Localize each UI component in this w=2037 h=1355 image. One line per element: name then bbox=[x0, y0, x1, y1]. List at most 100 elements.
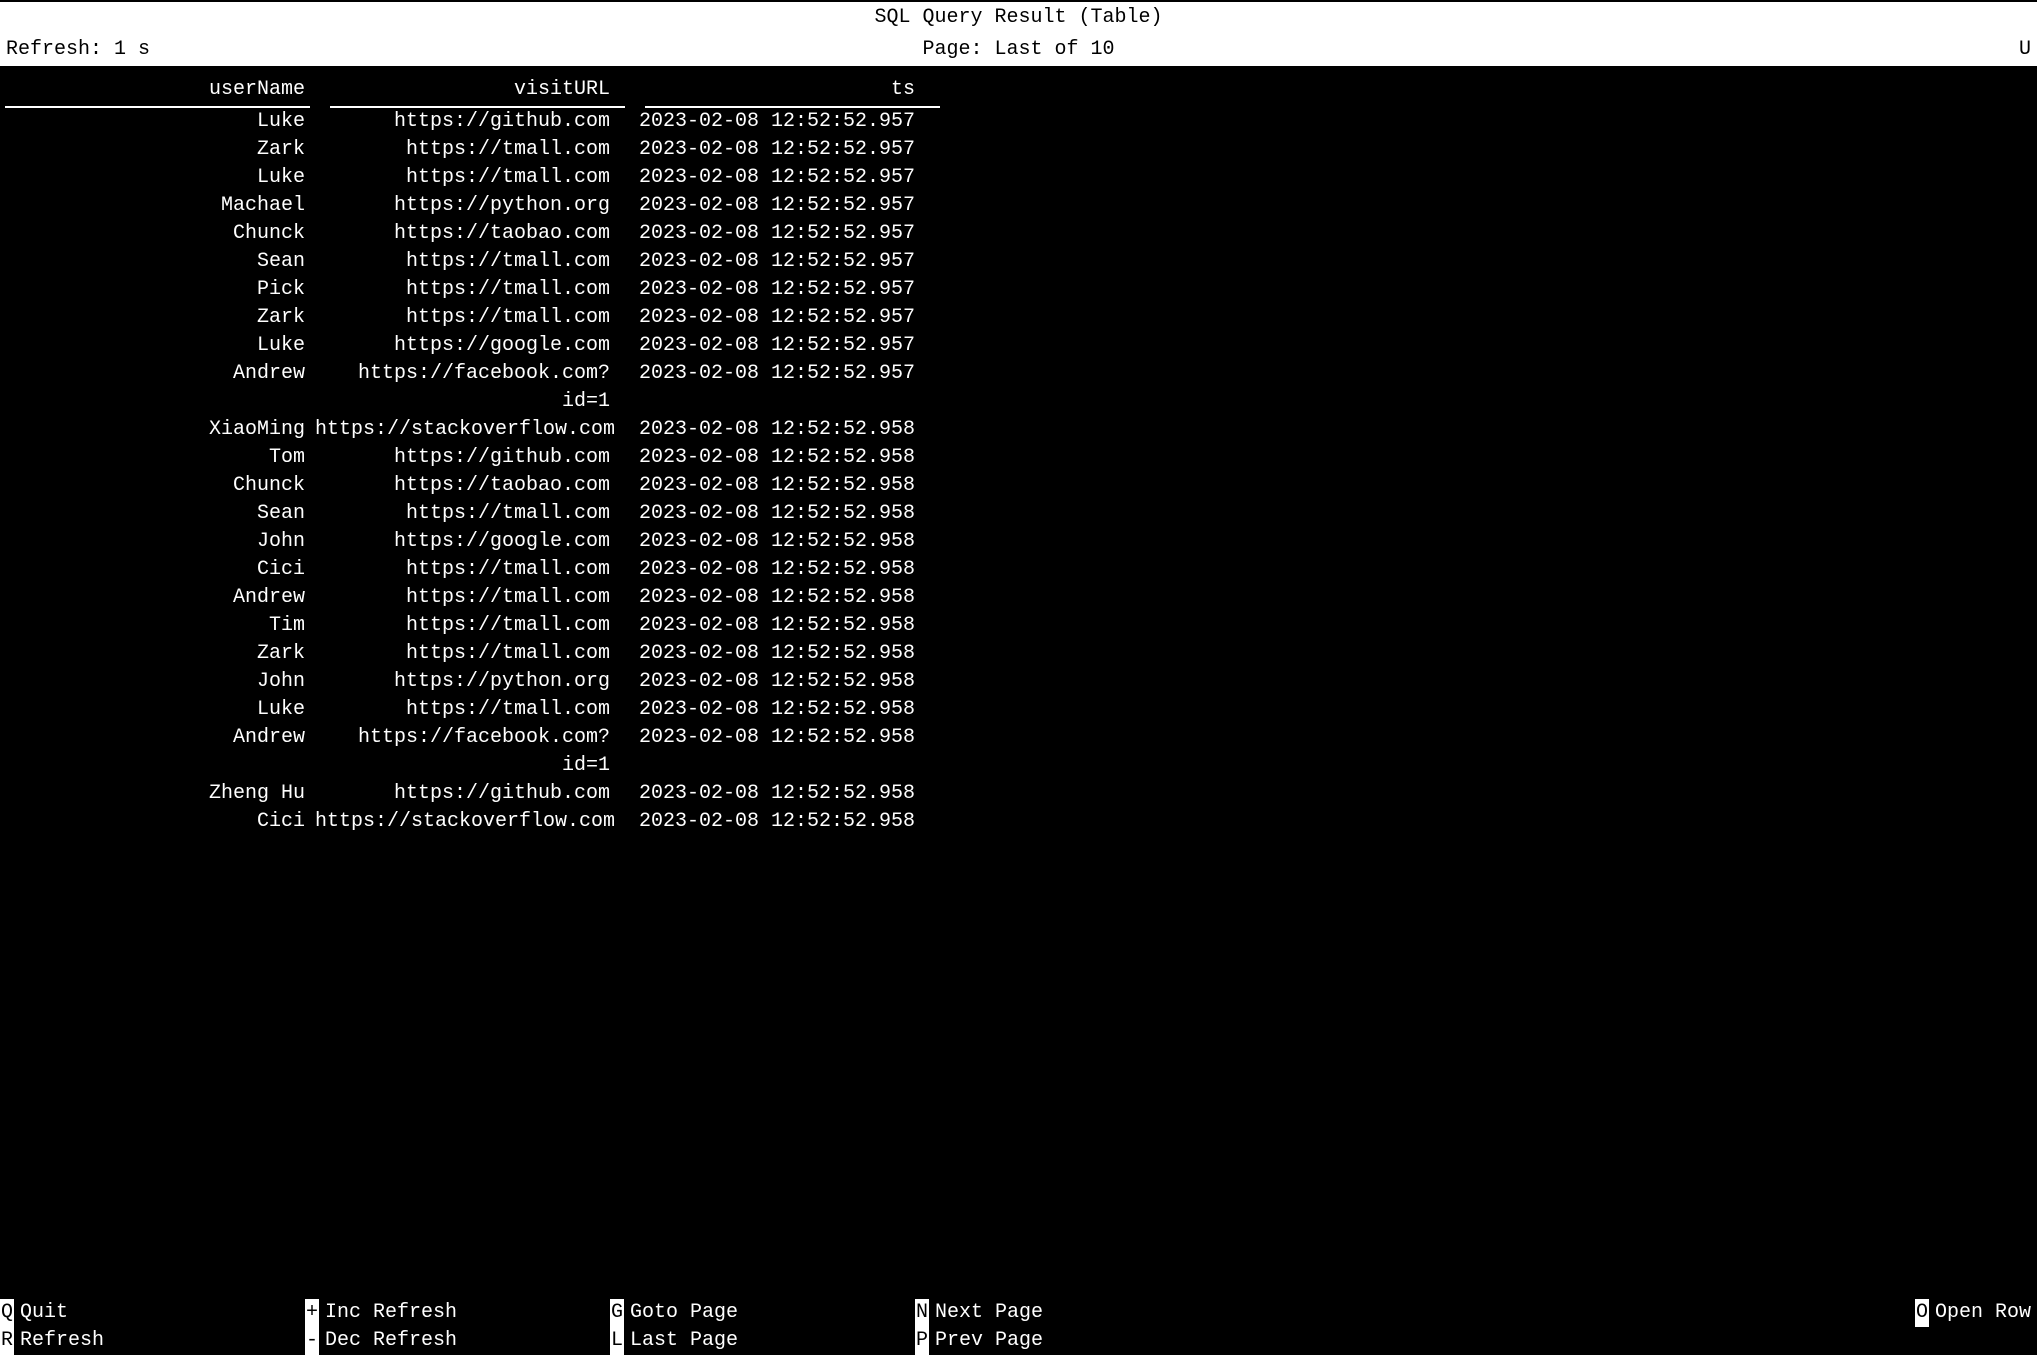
cell-ts: 2023-02-08 12:52:52.958 bbox=[620, 472, 925, 500]
table-row[interactable]: Zarkhttps://tmall.com2023-02-08 12:52:52… bbox=[0, 304, 2037, 332]
table-row[interactable]: Andrewhttps://tmall.com2023-02-08 12:52:… bbox=[0, 584, 2037, 612]
footer-label: Dec Refresh bbox=[325, 1327, 457, 1355]
cell-visiturl: https://tmall.com bbox=[315, 136, 620, 164]
table-row[interactable]: Andrewhttps://facebook.com?id=12023-02-0… bbox=[0, 724, 2037, 780]
cell-ts: 2023-02-08 12:52:52.957 bbox=[620, 136, 925, 164]
cell-visiturl: https://github.com bbox=[315, 108, 620, 136]
title-text: SQL Query Result (Table) bbox=[874, 6, 1162, 29]
table-row[interactable]: Lukehttps://github.com2023-02-08 12:52:5… bbox=[0, 108, 2037, 136]
cell-visiturl: https://taobao.com bbox=[315, 472, 620, 500]
cell-ts: 2023-02-08 12:52:52.958 bbox=[620, 500, 925, 528]
cell-username: Cici bbox=[0, 556, 315, 584]
footer-item[interactable]: GGoto Page bbox=[610, 1299, 915, 1327]
cell-username: Luke bbox=[0, 332, 315, 360]
cell-visiturl: https://facebook.com?id=1 bbox=[315, 724, 620, 780]
table-content: userName visitURL ts Lukehttps://github.… bbox=[0, 66, 2037, 836]
footer-label: Goto Page bbox=[630, 1299, 738, 1327]
footer-bar: QQuit+Inc RefreshGGoto PageNNext PageOOp… bbox=[0, 1299, 2037, 1355]
cell-visiturl: https://google.com bbox=[315, 332, 620, 360]
footer-item[interactable]: RRefresh bbox=[0, 1327, 305, 1355]
table-row[interactable]: Johnhttps://python.org2023-02-08 12:52:5… bbox=[0, 668, 2037, 696]
footer-item[interactable]: -Dec Refresh bbox=[305, 1327, 610, 1355]
footer-item[interactable]: NNext Page bbox=[915, 1299, 1220, 1327]
footer-item[interactable]: PPrev Page bbox=[915, 1327, 1220, 1355]
footer-label: Prev Page bbox=[935, 1327, 1043, 1355]
table-row[interactable]: XiaoMinghttps://stackoverflow.com2023-02… bbox=[0, 416, 2037, 444]
cell-username: Sean bbox=[0, 500, 315, 528]
footer-key: + bbox=[305, 1299, 319, 1327]
cell-visiturl: https://tmall.com bbox=[315, 696, 620, 724]
footer-key: P bbox=[915, 1327, 929, 1355]
cell-username: Zark bbox=[0, 640, 315, 668]
header-right-char: U bbox=[2019, 36, 2031, 64]
table-row[interactable]: Seanhttps://tmall.com2023-02-08 12:52:52… bbox=[0, 248, 2037, 276]
cell-username: Luke bbox=[0, 108, 315, 136]
cell-visiturl: https://stackoverflow.com bbox=[315, 416, 620, 444]
table-row[interactable]: Pickhttps://tmall.com2023-02-08 12:52:52… bbox=[0, 276, 2037, 304]
cell-username: Zark bbox=[0, 136, 315, 164]
cell-username: Zark bbox=[0, 304, 315, 332]
table-row[interactable]: Machaelhttps://python.org2023-02-08 12:5… bbox=[0, 192, 2037, 220]
cell-username: Tim bbox=[0, 612, 315, 640]
cell-username: Pick bbox=[0, 276, 315, 304]
footer-label: Refresh bbox=[20, 1327, 104, 1355]
cell-visiturl: https://tmall.com bbox=[315, 276, 620, 304]
table-row[interactable]: Lukehttps://google.com2023-02-08 12:52:5… bbox=[0, 332, 2037, 360]
footer-label: Next Page bbox=[935, 1299, 1043, 1327]
header-info: Refresh: 1 s Page: Last of 10 U bbox=[0, 34, 2037, 66]
cell-visiturl: https://taobao.com bbox=[315, 220, 620, 248]
col-header-username: userName bbox=[0, 76, 315, 104]
table-row[interactable]: Timhttps://tmall.com2023-02-08 12:52:52.… bbox=[0, 612, 2037, 640]
footer-label: Quit bbox=[20, 1299, 68, 1327]
footer-key: N bbox=[915, 1299, 929, 1327]
cell-ts: 2023-02-08 12:52:52.957 bbox=[620, 360, 925, 416]
table-row[interactable]: Lukehttps://tmall.com2023-02-08 12:52:52… bbox=[0, 696, 2037, 724]
table-row[interactable]: Johnhttps://google.com2023-02-08 12:52:5… bbox=[0, 528, 2037, 556]
footer-item[interactable]: OOpen Row bbox=[1915, 1299, 2037, 1327]
cell-visiturl: https://tmall.com bbox=[315, 248, 620, 276]
cell-visiturl: https://google.com bbox=[315, 528, 620, 556]
cell-ts: 2023-02-08 12:52:52.958 bbox=[620, 556, 925, 584]
table-row[interactable]: Zarkhttps://tmall.com2023-02-08 12:52:52… bbox=[0, 640, 2037, 668]
cell-username: Sean bbox=[0, 248, 315, 276]
cell-ts: 2023-02-08 12:52:52.958 bbox=[620, 584, 925, 612]
footer-item[interactable]: +Inc Refresh bbox=[305, 1299, 610, 1327]
refresh-label: Refresh: 1 s bbox=[6, 36, 150, 64]
cell-visiturl: https://tmall.com bbox=[315, 556, 620, 584]
table-row[interactable]: Tomhttps://github.com2023-02-08 12:52:52… bbox=[0, 444, 2037, 472]
cell-ts: 2023-02-08 12:52:52.958 bbox=[620, 612, 925, 640]
footer-item[interactable]: LLast Page bbox=[610, 1327, 915, 1355]
cell-ts: 2023-02-08 12:52:52.957 bbox=[620, 332, 925, 360]
cell-visiturl: https://github.com bbox=[315, 780, 620, 808]
table-row[interactable]: Cicihttps://tmall.com2023-02-08 12:52:52… bbox=[0, 556, 2037, 584]
table-row[interactable]: Lukehttps://tmall.com2023-02-08 12:52:52… bbox=[0, 164, 2037, 192]
cell-ts: 2023-02-08 12:52:52.958 bbox=[620, 808, 925, 836]
footer-item[interactable]: QQuit bbox=[0, 1299, 305, 1327]
table-row[interactable]: Andrewhttps://facebook.com?id=12023-02-0… bbox=[0, 360, 2037, 416]
footer-label: Last Page bbox=[630, 1327, 738, 1355]
cell-username: Luke bbox=[0, 696, 315, 724]
header-title: SQL Query Result (Table) bbox=[0, 2, 2037, 34]
footer-key: - bbox=[305, 1327, 319, 1355]
cell-ts: 2023-02-08 12:52:52.957 bbox=[620, 276, 925, 304]
cell-username: John bbox=[0, 528, 315, 556]
table-row[interactable]: Zheng Huhttps://github.com2023-02-08 12:… bbox=[0, 780, 2037, 808]
table-row[interactable]: Zarkhttps://tmall.com2023-02-08 12:52:52… bbox=[0, 136, 2037, 164]
table-row[interactable]: Cicihttps://stackoverflow.com2023-02-08 … bbox=[0, 808, 2037, 836]
header-bar: SQL Query Result (Table) Refresh: 1 s Pa… bbox=[0, 0, 2037, 66]
cell-username: Andrew bbox=[0, 724, 315, 780]
col-header-visiturl: visitURL bbox=[315, 76, 620, 104]
cell-visiturl: https://github.com bbox=[315, 444, 620, 472]
table-row[interactable]: Seanhttps://tmall.com2023-02-08 12:52:52… bbox=[0, 500, 2037, 528]
footer-key: Q bbox=[0, 1299, 14, 1327]
table-row[interactable]: Chunckhttps://taobao.com2023-02-08 12:52… bbox=[0, 472, 2037, 500]
page-label: Page: Last of 10 bbox=[922, 36, 1114, 64]
footer-key: G bbox=[610, 1299, 624, 1327]
cell-username: Luke bbox=[0, 164, 315, 192]
table-header-row: userName visitURL ts bbox=[0, 76, 2037, 106]
footer-key: R bbox=[0, 1327, 14, 1355]
cell-ts: 2023-02-08 12:52:52.957 bbox=[620, 248, 925, 276]
cell-ts: 2023-02-08 12:52:52.958 bbox=[620, 444, 925, 472]
table-row[interactable]: Chunckhttps://taobao.com2023-02-08 12:52… bbox=[0, 220, 2037, 248]
cell-ts: 2023-02-08 12:52:52.958 bbox=[620, 668, 925, 696]
